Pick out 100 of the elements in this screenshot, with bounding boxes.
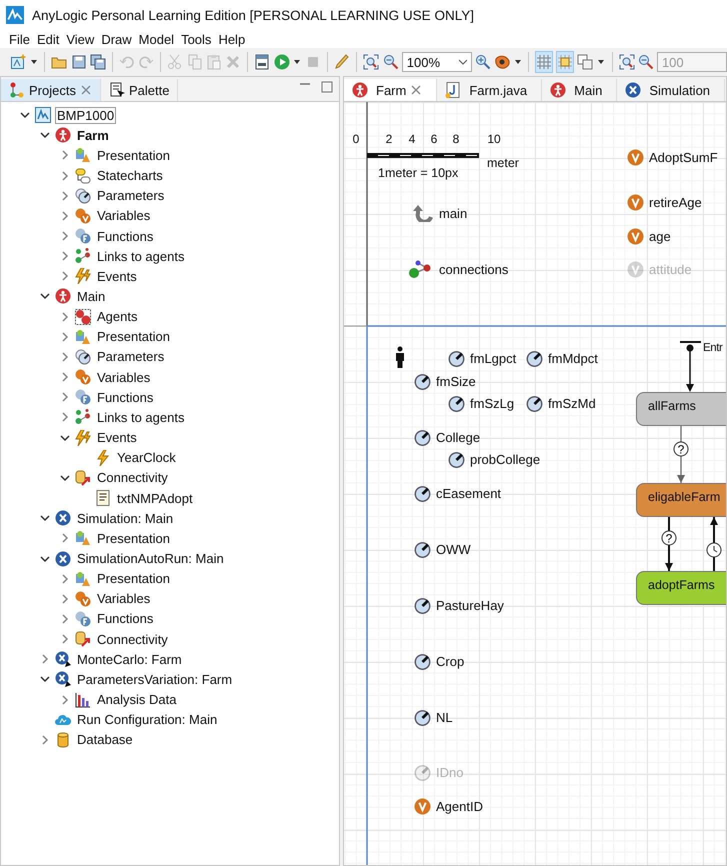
state-node[interactable]: allFarms	[636, 392, 726, 426]
parameter-icon	[414, 372, 431, 390]
element-label[interactable]: connections	[439, 262, 508, 276]
redo-icon	[138, 54, 154, 70]
tree-item[interactable]: Variables	[95, 207, 152, 224]
menu-item[interactable]: Tools	[181, 32, 212, 46]
tree-item[interactable]: Connectivity	[95, 630, 170, 648]
parameter-icon	[414, 540, 431, 558]
close-icon[interactable]	[410, 84, 422, 96]
variable-icon	[627, 194, 644, 210]
variable-icon	[627, 228, 644, 244]
state-node[interactable]: adoptFarms	[636, 571, 726, 605]
close-icon[interactable]	[80, 84, 92, 96]
element-label[interactable]: retireAge	[649, 194, 702, 210]
tree-item[interactable]: Presentation	[95, 570, 172, 588]
lightning-icon	[75, 430, 91, 446]
tree-item[interactable]: Run Configuration: Main	[75, 711, 220, 728]
tree-item[interactable]: Farm	[75, 126, 111, 144]
element-label[interactable]: fmLgpct	[470, 350, 516, 366]
element-label[interactable]: AgentID	[436, 798, 483, 814]
tree-item[interactable]: Functions	[95, 388, 156, 406]
scale-tick-label: 10	[487, 132, 501, 146]
condition-marker: ?	[674, 442, 688, 456]
function-icon	[75, 610, 91, 627]
database-link-icon	[75, 470, 91, 486]
element-label[interactable]: fmMdpct	[548, 350, 598, 366]
clock-icon	[706, 542, 722, 558]
delete-icon	[225, 54, 242, 70]
tree-item[interactable]: ParametersVariation: Farm	[75, 670, 234, 688]
editor-tab[interactable]: Farm	[344, 79, 438, 101]
curved-arrow-icon	[412, 204, 434, 222]
scale-caption: 1meter = 10px	[378, 166, 458, 180]
statechart-icon	[75, 168, 91, 184]
tree-item[interactable]: Simulation: Main	[75, 510, 176, 527]
state-node[interactable]: eligableFarm	[636, 483, 726, 517]
clipboard-icon	[206, 54, 222, 70]
tree-item[interactable]: Connectivity	[95, 469, 170, 486]
parameter-icon	[414, 652, 431, 670]
zoom-combo[interactable]: 100%	[402, 52, 472, 72]
parameter-icon	[414, 428, 431, 446]
palette-icon	[108, 82, 125, 98]
tree-item[interactable]: Analysis Data	[95, 691, 178, 708]
transition-arrow[interactable]	[710, 517, 718, 571]
links-icon	[75, 248, 91, 264]
tree-item[interactable]: Variables	[95, 590, 152, 608]
tree-item[interactable]: YearClock	[115, 449, 178, 466]
tree-item[interactable]: MonteCarlo: Farm	[75, 650, 184, 668]
transition-arrow[interactable]	[677, 426, 685, 483]
tree-item[interactable]: Agents	[95, 308, 140, 326]
tree-item[interactable]: txtNMPAdopt	[115, 490, 195, 507]
database-link-icon	[75, 631, 91, 648]
element-label[interactable]: College	[436, 430, 480, 444]
menu-item[interactable]: Help	[218, 32, 246, 46]
tree-item[interactable]: Database	[75, 731, 135, 748]
menu-item[interactable]: File	[9, 32, 30, 46]
tree-item[interactable]: Events	[95, 268, 139, 285]
tree-item[interactable]: Parameters	[95, 348, 166, 366]
tree-item[interactable]: Events	[95, 429, 139, 446]
scale-tick-label: 8	[452, 132, 460, 146]
tree-item[interactable]: Links to agents	[95, 248, 186, 265]
tree-item[interactable]: Links to agents	[95, 408, 186, 426]
grid-button[interactable]	[535, 51, 554, 73]
lightning-icon	[75, 268, 91, 284]
element-label[interactable]: NL	[436, 710, 453, 724]
zoom-fit-icon	[363, 54, 380, 70]
maximize-icon[interactable]	[321, 81, 333, 93]
tree-item[interactable]: Presentation	[95, 146, 172, 164]
element-label[interactable]: AdoptSumF	[649, 150, 718, 164]
element-label[interactable]: Crop	[436, 654, 464, 668]
element-label[interactable]: main	[439, 206, 468, 220]
element-label[interactable]: OWW	[436, 542, 471, 556]
tree-item[interactable]: Functions	[95, 610, 156, 628]
menu-item[interactable]: Draw	[101, 32, 132, 46]
panel-tab[interactable]: Projects	[1, 79, 101, 101]
tree-item[interactable]: Presentation	[95, 530, 172, 547]
parameter-icon	[75, 348, 91, 365]
tree-item[interactable]: Main	[75, 288, 108, 305]
menu-item[interactable]: Edit	[36, 32, 60, 46]
function-icon	[75, 228, 91, 244]
variable-icon	[75, 590, 91, 607]
menu-item[interactable]: View	[66, 32, 94, 46]
menu-item[interactable]: Model	[138, 32, 174, 46]
element-label[interactable]: fmSize	[436, 374, 476, 388]
snap-grid-button[interactable]	[556, 51, 574, 73]
diagram-canvas[interactable]	[344, 102, 726, 865]
tree-item[interactable]: Parameters	[95, 187, 166, 204]
element-label[interactable]: fmSzLg	[470, 396, 514, 410]
element-label[interactable]: PastureHay	[436, 598, 504, 612]
tree-item[interactable]: Presentation	[95, 328, 172, 346]
tree-item[interactable]: Variables	[95, 368, 152, 386]
tree-item[interactable]: Functions	[95, 228, 156, 245]
variable-icon	[627, 148, 644, 166]
element-label[interactable]: fmSzMd	[548, 396, 596, 410]
element-label[interactable]: age	[649, 228, 671, 244]
tree-item[interactable]: SimulationAutoRun: Main	[75, 550, 226, 568]
element-label[interactable]: cEasement	[436, 486, 502, 500]
tree-item[interactable]: Statecharts	[95, 167, 165, 184]
model-icon	[35, 107, 51, 124]
element-label[interactable]: probCollege	[470, 452, 540, 466]
tree-item[interactable]: BMP1000	[55, 106, 116, 124]
